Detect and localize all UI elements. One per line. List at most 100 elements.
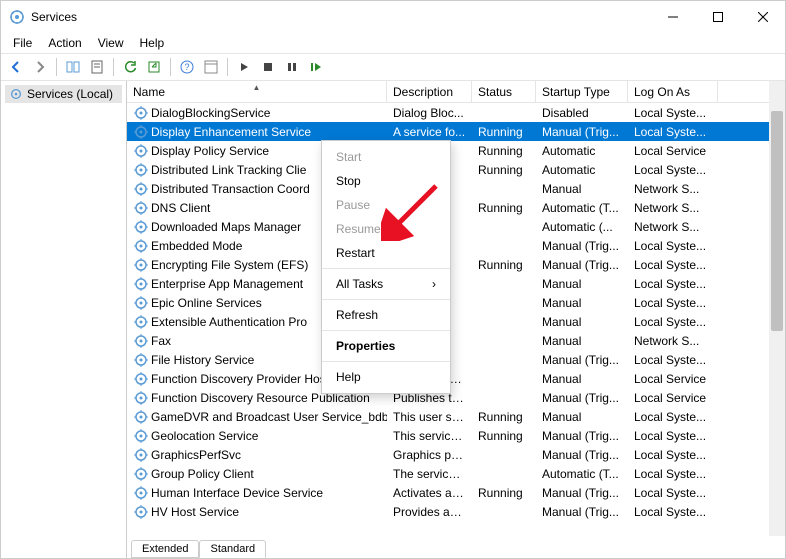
- service-row[interactable]: HV Host ServiceProvides an ...Manual (Tr…: [127, 502, 785, 521]
- service-row[interactable]: Distributed Transaction Coord...es...Man…: [127, 179, 785, 198]
- service-logon-as: Local Service: [628, 144, 718, 158]
- column-description[interactable]: Description: [387, 81, 472, 102]
- service-row[interactable]: Encrypting File System (EFS)...n...Runni…: [127, 255, 785, 274]
- service-gear-icon: [133, 143, 149, 159]
- service-row[interactable]: GameDVR and Broadcast User Service_bdbf9…: [127, 407, 785, 426]
- maximize-button[interactable]: [695, 1, 740, 33]
- service-name: Human Interface Device Service: [151, 486, 323, 500]
- service-status: Running: [472, 144, 536, 158]
- service-row[interactable]: Display Policy Service...h...RunningAuto…: [127, 141, 785, 160]
- service-row[interactable]: Human Interface Device ServiceActivates …: [127, 483, 785, 502]
- view-tabs: Extended Standard: [127, 536, 785, 558]
- service-row[interactable]: Fax...u...ManualNetwork S...: [127, 331, 785, 350]
- menu-item-refresh[interactable]: Refresh: [322, 303, 450, 327]
- minimize-button[interactable]: [650, 1, 695, 33]
- service-row[interactable]: File History ServiceManual (Trig...Local…: [127, 350, 785, 369]
- menu-help[interactable]: Help: [132, 34, 173, 52]
- menu-file[interactable]: File: [5, 34, 40, 52]
- service-gear-icon: [133, 390, 149, 406]
- service-gear-icon: [133, 466, 149, 482]
- menu-item-all-tasks[interactable]: All Tasks: [322, 272, 450, 296]
- service-startup-type: Automatic (T...: [536, 201, 628, 215]
- service-row[interactable]: Function Discovery Provider HostThe FDPH…: [127, 369, 785, 388]
- column-name[interactable]: Name▲: [127, 81, 387, 102]
- service-gear-icon: [133, 105, 149, 121]
- restart-service-button[interactable]: [305, 56, 327, 78]
- menu-action[interactable]: Action: [40, 34, 89, 52]
- service-name: GraphicsPerfSvc: [151, 448, 241, 462]
- stop-service-button[interactable]: [257, 56, 279, 78]
- service-status: Running: [472, 125, 536, 139]
- service-startup-type: Manual (Trig...: [536, 391, 628, 405]
- sort-ascending-icon: ▲: [253, 83, 261, 92]
- back-button[interactable]: [5, 56, 27, 78]
- large-icons-button[interactable]: [200, 56, 222, 78]
- tab-extended[interactable]: Extended: [131, 540, 199, 558]
- sidebar-services-local[interactable]: Services (Local): [5, 85, 122, 103]
- service-logon-as: Network S...: [628, 334, 718, 348]
- service-row[interactable]: GraphicsPerfSvcGraphics pe...Manual (Tri…: [127, 445, 785, 464]
- window-title: Services: [31, 10, 650, 24]
- service-name: Epic Online Services: [151, 296, 262, 310]
- service-row[interactable]: Function Discovery Resource PublicationP…: [127, 388, 785, 407]
- column-status[interactable]: Status: [472, 81, 536, 102]
- service-name: DNS Client: [151, 201, 210, 215]
- service-logon-as: Local Syste...: [628, 486, 718, 500]
- column-log-on-as[interactable]: Log On As: [628, 81, 718, 102]
- list-header: Name▲ Description Status Startup Type Lo…: [127, 81, 785, 103]
- service-logon-as: Local Syste...: [628, 258, 718, 272]
- menu-item-restart[interactable]: Restart: [322, 241, 450, 265]
- service-logon-as: Local Syste...: [628, 353, 718, 367]
- help-button[interactable]: ?: [176, 56, 198, 78]
- scroll-thumb[interactable]: [771, 111, 783, 331]
- service-name: Downloaded Maps Manager: [151, 220, 301, 234]
- svg-text:?: ?: [184, 62, 189, 72]
- service-name: GameDVR and Broadcast User Service_bdbf9: [151, 410, 387, 424]
- tab-standard[interactable]: Standard: [199, 540, 266, 558]
- service-row[interactable]: Epic Online ServicesManualLocal Syste...: [127, 293, 785, 312]
- menu-item-properties[interactable]: Properties: [322, 334, 450, 358]
- service-row[interactable]: Distributed Link Tracking Clie...li...Ru…: [127, 160, 785, 179]
- service-logon-as: Network S...: [628, 220, 718, 234]
- service-name: Geolocation Service: [151, 429, 258, 443]
- service-row[interactable]: Embedded ModeManual (Trig...Local Syste.…: [127, 236, 785, 255]
- pause-service-button[interactable]: [281, 56, 303, 78]
- service-row[interactable]: Display Enhancement ServiceA service fo.…: [127, 122, 785, 141]
- service-row[interactable]: Enterprise App Management...tManualLocal…: [127, 274, 785, 293]
- start-service-button[interactable]: [233, 56, 255, 78]
- column-startup-type[interactable]: Startup Type: [536, 81, 628, 102]
- service-row[interactable]: DialogBlockingServiceDialog Bloc...Disab…: [127, 103, 785, 122]
- service-row[interactable]: Downloaded Maps Manager...e...Automatic …: [127, 217, 785, 236]
- show-hide-tree-button[interactable]: [62, 56, 84, 78]
- forward-button[interactable]: [29, 56, 51, 78]
- menu-item-pause: Pause: [322, 193, 450, 217]
- refresh-button[interactable]: [119, 56, 141, 78]
- sidebar-label: Services (Local): [27, 87, 113, 101]
- close-button[interactable]: [740, 1, 785, 33]
- service-row[interactable]: DNS Client...li...RunningAutomatic (T...…: [127, 198, 785, 217]
- service-name: Display Policy Service: [151, 144, 269, 158]
- menu-view[interactable]: View: [90, 34, 132, 52]
- service-gear-icon: [133, 447, 149, 463]
- service-row[interactable]: Group Policy ClientThe service i...Autom…: [127, 464, 785, 483]
- service-row[interactable]: Geolocation ServiceThis service ...Runni…: [127, 426, 785, 445]
- vertical-scrollbar[interactable]: [769, 81, 785, 536]
- services-app-icon: [9, 9, 25, 25]
- service-row[interactable]: Extensible Authentication ProManualLocal…: [127, 312, 785, 331]
- export-button[interactable]: [143, 56, 165, 78]
- properties-button[interactable]: [86, 56, 108, 78]
- service-name: HV Host Service: [151, 505, 239, 519]
- menu-item-stop[interactable]: Stop: [322, 169, 450, 193]
- service-gear-icon: [133, 295, 149, 311]
- service-logon-as: Network S...: [628, 182, 718, 196]
- service-logon-as: Local Syste...: [628, 467, 718, 481]
- service-gear-icon: [133, 409, 149, 425]
- service-gear-icon: [133, 219, 149, 235]
- context-menu: Start Stop Pause Resume Restart All Task…: [321, 140, 451, 394]
- service-startup-type: Manual: [536, 277, 628, 291]
- service-startup-type: Manual: [536, 334, 628, 348]
- service-gear-icon: [133, 276, 149, 292]
- menu-item-help[interactable]: Help: [322, 365, 450, 389]
- service-status: Running: [472, 410, 536, 424]
- service-startup-type: Automatic: [536, 144, 628, 158]
